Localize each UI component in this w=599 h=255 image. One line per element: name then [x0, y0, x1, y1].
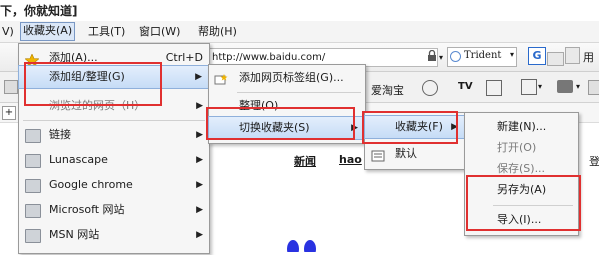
- tab-group-add-icon: [214, 72, 228, 85]
- menu-item-chrome-folder[interactable]: Google chrome ▶: [19, 174, 209, 196]
- menu-item-msn-folder[interactable]: MSN 网站 ▶: [19, 224, 209, 246]
- news-link[interactable]: 新闻: [294, 153, 316, 169]
- menu-item-new[interactable]: 新建(N)...: [465, 116, 578, 138]
- page-icon[interactable]: [588, 80, 599, 95]
- folder-icon: [25, 154, 41, 168]
- search-box[interactable]: [547, 52, 564, 66]
- folder-icon: [25, 129, 41, 143]
- menu-item-lunascape-folder[interactable]: Lunascape ▶: [19, 149, 209, 171]
- folder-icon: [25, 229, 41, 243]
- engine-switch[interactable]: Trident ▾: [447, 47, 517, 67]
- submenu-arrow-icon: ▶: [196, 101, 203, 111]
- menu-item-default[interactable]: 默认: [365, 143, 465, 165]
- submenu-arrow-icon: ▶: [196, 230, 203, 240]
- menu-item-add-tab-group[interactable]: 添加网页标签组(G)...: [209, 67, 365, 89]
- toolbar-right-label: 用: [583, 51, 594, 64]
- toolbar-icon-left[interactable]: [4, 80, 18, 94]
- menu-item-open[interactable]: 打开(O): [465, 137, 578, 159]
- new-tab-icon[interactable]: +: [2, 106, 16, 120]
- menu-bar: V) 收藏夹(A) 工具(T) 窗口(W) 帮助(H): [0, 21, 599, 43]
- window-title: 下，你就知道]: [0, 4, 78, 18]
- bookmark-list-icon: [371, 148, 385, 162]
- window-title-bar: 下，你就知道]: [0, 0, 599, 21]
- screenshot-icon[interactable]: [486, 80, 502, 96]
- folder-icon: [25, 204, 41, 218]
- menu-view[interactable]: V): [0, 24, 16, 40]
- taobao-link[interactable]: 爱淘宝: [371, 82, 404, 98]
- menu-separator: [23, 120, 205, 121]
- menu-window[interactable]: 窗口(W): [137, 24, 182, 40]
- engine-icon: [450, 51, 461, 62]
- annotation-box-add-group: [24, 62, 162, 106]
- menu-tools[interactable]: 工具(T): [86, 24, 127, 40]
- menu-separator: [237, 92, 361, 93]
- lock-dropdown-icon[interactable]: ▾: [439, 53, 443, 62]
- submenu-arrow-icon: ▶: [195, 72, 202, 82]
- tool-icon[interactable]: [521, 79, 537, 95]
- login-link-partial[interactable]: 登: [589, 153, 599, 169]
- search-engine-icon[interactable]: G: [528, 47, 546, 65]
- submenu-arrow-icon: ▶: [196, 155, 203, 165]
- lock-icon: [427, 49, 437, 62]
- submenu-arrow-icon: ▶: [196, 130, 203, 140]
- submenu-arrow-icon: ▶: [196, 180, 203, 190]
- hao-link[interactable]: hao: [339, 153, 362, 166]
- folder-icon: [25, 179, 41, 193]
- annotation-box-favorites-f: [362, 111, 458, 144]
- search-button[interactable]: [565, 47, 580, 64]
- tv-link[interactable]: TV: [458, 81, 473, 92]
- print-icon[interactable]: [557, 80, 573, 93]
- menu-favorites[interactable]: 收藏夹(A): [20, 22, 76, 41]
- tool-dropdown-icon[interactable]: ▾: [538, 82, 542, 91]
- annotation-box-save-import: [466, 175, 581, 231]
- menu-help[interactable]: 帮助(H): [196, 24, 239, 40]
- print-dropdown-icon[interactable]: ▾: [576, 82, 580, 91]
- annotation-box-switch-favorites: [206, 107, 355, 140]
- baidu-logo-partial: [284, 238, 320, 255]
- menu-item-links-folder[interactable]: 链接 ▶: [19, 124, 209, 146]
- engine-label: Trident: [464, 50, 502, 61]
- menu-item-microsoft-folder[interactable]: Microsoft 网站 ▶: [19, 199, 209, 221]
- submenu-arrow-icon: ▶: [196, 205, 203, 215]
- engine-dropdown-icon: ▾: [509, 50, 514, 59]
- circle-tool-icon[interactable]: [422, 80, 438, 96]
